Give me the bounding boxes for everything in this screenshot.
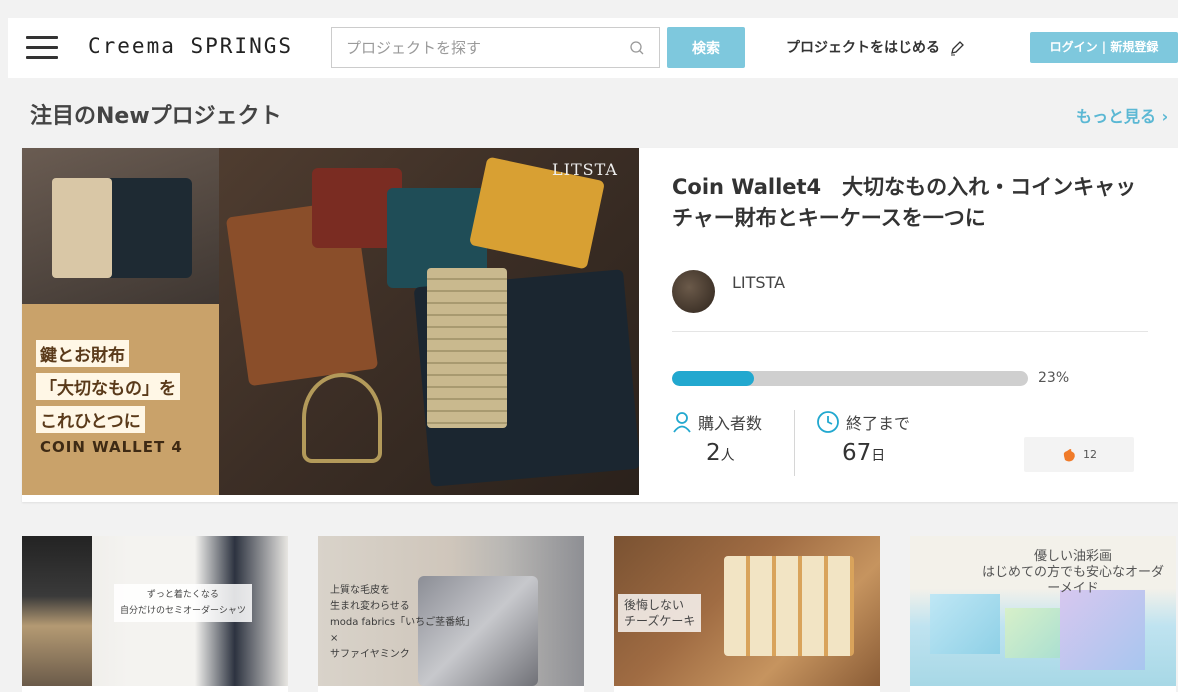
- owner-name[interactable]: LITSTA: [732, 273, 785, 292]
- search-icon[interactable]: [629, 40, 645, 56]
- login-register-button[interactable]: ログイン | 新規登録: [1030, 32, 1178, 63]
- project-card-4[interactable]: 優しい油彩画 はじめての方でも安心なオーダーメイド: [910, 536, 1176, 692]
- image-headline-line2: 「大切なもの」を: [36, 373, 180, 400]
- project-card-2[interactable]: 上質な毛皮を 生まれ変わらせる moda fabrics「いちご茎番紙」 × サ…: [318, 536, 584, 692]
- person-icon: [673, 412, 691, 433]
- remaining-label: 終了まで: [846, 414, 911, 433]
- project-card-3-caption: 後悔しない チーズケーキ: [618, 594, 702, 632]
- remaining-value: 67: [842, 440, 872, 466]
- search-button[interactable]: 検索: [667, 27, 745, 68]
- project-card-4-caption: 優しい油彩画 はじめての方でも安心なオーダーメイド: [981, 549, 1164, 596]
- featured-project-card[interactable]: LITSTA 鍵とお財布 「大切なもの」を これひとつに COIN WALLET…: [22, 148, 1178, 502]
- menu-icon[interactable]: [26, 36, 58, 60]
- progress-fill: [672, 371, 754, 386]
- like-button[interactable]: 12: [1024, 437, 1134, 472]
- start-project-label: プロジェクトをはじめる: [786, 40, 940, 56]
- see-more-link[interactable]: もっと見る ›: [1076, 103, 1168, 127]
- buyers-value: 2: [706, 440, 721, 466]
- owner-avatar[interactable]: [672, 270, 715, 313]
- litsta-watermark: LITSTA: [552, 160, 618, 179]
- project-card-3[interactable]: 後悔しない チーズケーキ: [614, 536, 880, 692]
- key-icon: [302, 373, 382, 463]
- clap-icon: [1063, 448, 1075, 461]
- image-headline-line1: 鍵とお財布: [36, 340, 129, 367]
- like-count: 12: [1083, 448, 1097, 461]
- image-headline: 鍵とお財布 「大切なもの」を これひとつに: [36, 340, 180, 439]
- pencil-icon: [950, 41, 964, 56]
- progress-bar: [672, 371, 1028, 386]
- buyers-unit: 人: [720, 448, 735, 464]
- remaining-unit: 日: [871, 448, 886, 464]
- project-card-1[interactable]: ずっと着たくなる 自分だけのセミオーダーシャツ: [22, 536, 288, 692]
- featured-project-image[interactable]: LITSTA 鍵とお財布 「大切なもの」を これひとつに COIN WALLET…: [22, 148, 639, 495]
- buyers-label: 購入者数: [698, 414, 763, 433]
- featured-project-title[interactable]: Coin Wallet4 大切なもの入れ・コインキャッチャー財布とキーケースを一…: [672, 172, 1152, 234]
- remaining-stat: 終了まで 67日: [816, 410, 910, 466]
- site-logo[interactable]: Creema SPRINGS: [88, 34, 293, 58]
- stat-divider: [794, 410, 795, 476]
- image-headline-line3: これひとつに: [36, 406, 145, 433]
- divider: [672, 331, 1148, 332]
- search-input[interactable]: [332, 28, 622, 67]
- project-card-1-caption: ずっと着たくなる 自分だけのセミオーダーシャツ: [114, 584, 252, 622]
- section-title: 注目のNewプロジェクト: [30, 104, 282, 129]
- progress-percent: 23%: [1038, 370, 1070, 386]
- image-brand-text: COIN WALLET 4: [40, 438, 183, 456]
- image-hand-photo: [22, 148, 219, 304]
- coin-stack: [427, 268, 507, 428]
- search-box: [331, 27, 660, 68]
- site-header: Creema SPRINGS 検索 プロジェクトをはじめる ログイン | 新規登…: [8, 18, 1178, 78]
- start-project-link[interactable]: プロジェクトをはじめる: [786, 37, 965, 57]
- project-card-2-caption: 上質な毛皮を 生まれ変わらせる moda fabrics「いちご茎番紙」 × サ…: [330, 585, 476, 660]
- buyers-stat: 購入者数 2人: [672, 410, 762, 466]
- clock-icon: [817, 411, 839, 433]
